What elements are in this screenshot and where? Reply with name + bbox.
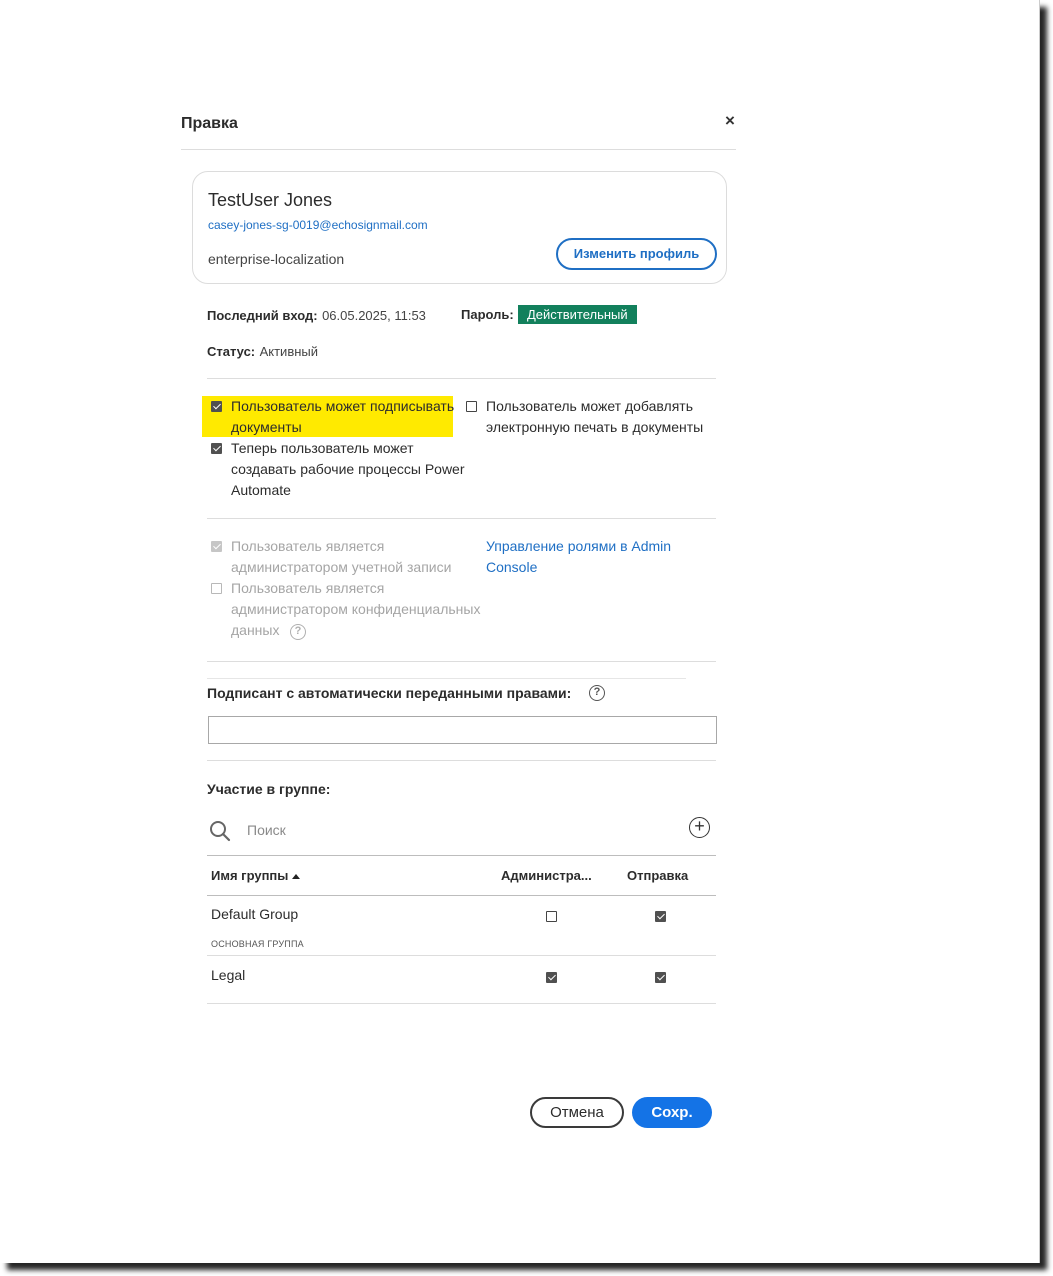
eseal-checkbox[interactable] — [466, 401, 477, 412]
table-header-top-border — [207, 855, 716, 856]
column-admin[interactable]: Администра... — [501, 868, 592, 883]
close-button[interactable]: × — [721, 111, 739, 131]
search-input[interactable]: Поиск — [247, 822, 286, 838]
group-name: Default Group — [211, 906, 299, 922]
save-button[interactable]: Сохр. — [632, 1097, 712, 1128]
can-sign-label-line1: Пользователь может подписывать — [231, 398, 455, 414]
divider — [207, 378, 716, 379]
eseal-label: Пользователь может добавлять электронную… — [486, 396, 703, 438]
table-bottom-border — [207, 1003, 716, 1004]
account-status: Статус: Активный — [207, 343, 318, 361]
profile-card: TestUser Jones casey-jones-sg-0019@echos… — [192, 171, 727, 284]
divider — [207, 518, 716, 519]
column-send[interactable]: Отправка — [627, 868, 688, 883]
privacy-admin-label-line1: Пользователь является — [231, 580, 385, 596]
auto-delegate-input[interactable] — [208, 716, 717, 744]
table-header-bottom-border — [207, 895, 716, 896]
account-admin-label-line2: администратором учетной записи — [231, 559, 452, 575]
eseal-label-line1: Пользователь может добавлять — [486, 398, 693, 414]
help-icon[interactable]: ? — [290, 624, 306, 640]
power-automate-label-line1: Теперь пользователь может — [231, 440, 414, 456]
privacy-admin-label: Пользователь является администратором ко… — [231, 578, 480, 641]
help-icon[interactable]: ? — [589, 685, 605, 701]
privacy-admin-label-line3: данных — [231, 622, 280, 638]
power-automate-label-line3: Automate — [231, 482, 291, 498]
account-admin-checkbox — [211, 541, 222, 552]
edit-profile-button[interactable]: Изменить профиль — [556, 238, 717, 270]
user-organization: enterprise-localization — [208, 251, 345, 267]
group-name: Legal — [211, 967, 246, 983]
last-login-value: 06.05.2025, 11:53 — [322, 308, 426, 323]
column-group-name[interactable]: Имя группы — [211, 868, 301, 883]
group-send-checkbox[interactable] — [655, 911, 666, 922]
last-login: Последний вход: 06.05.2025, 11:53 — [207, 307, 426, 325]
group-membership-label: Участие в группе: — [207, 781, 331, 797]
dialog-title: Правка — [181, 115, 238, 132]
group-admin-checkbox[interactable] — [546, 972, 557, 983]
manage-roles-link[interactable]: Управление ролями в Admin Console — [486, 536, 671, 578]
privacy-admin-label-line2: администратором конфиденциальных — [231, 601, 481, 617]
power-automate-checkbox[interactable] — [211, 443, 222, 454]
title-divider — [181, 149, 736, 150]
can-sign-label-line2: документы — [231, 419, 302, 435]
table-row-divider — [207, 955, 716, 956]
password-label: Пароль: — [461, 307, 514, 322]
can-sign-checkbox[interactable] — [211, 401, 222, 412]
power-automate-label-line2: создавать рабочие процессы Power — [231, 461, 465, 477]
manage-roles-link-line2: Console — [486, 559, 538, 575]
primary-group-tag: ОСНОВНАЯ ГРУППА — [211, 939, 304, 949]
power-automate-label: Теперь пользователь может создавать рабо… — [231, 438, 465, 501]
last-login-label: Последний вход: — [207, 308, 318, 323]
privacy-admin-checkbox — [211, 583, 222, 594]
account-admin-label-line1: Пользователь является — [231, 538, 385, 554]
column-group-name-label: Имя группы — [211, 868, 289, 883]
search-icon — [210, 821, 231, 842]
status-label: Статус: — [207, 344, 256, 359]
eseal-label-line2: электронную печать в документы — [486, 419, 704, 435]
add-group-icon[interactable]: + — [689, 817, 710, 838]
divider — [207, 760, 716, 761]
account-admin-label: Пользователь является администратором уч… — [231, 536, 451, 578]
group-send-checkbox[interactable] — [655, 972, 666, 983]
user-email: casey-jones-sg-0019@echosignmail.com — [208, 218, 428, 232]
manage-roles-link-line1: Управление ролями в Admin — [486, 538, 672, 554]
group-admin-checkbox[interactable] — [546, 911, 557, 922]
divider — [207, 661, 716, 662]
sort-ascending-icon — [292, 874, 301, 879]
can-sign-label: Пользователь может подписывать документы — [231, 396, 454, 438]
password-status-badge: Действительный — [518, 305, 637, 324]
auto-delegate-label: Подписант с автоматически переданными пр… — [207, 685, 572, 701]
status-value: Активный — [259, 344, 319, 359]
divider — [207, 678, 686, 679]
cancel-button[interactable]: Отмена — [530, 1097, 624, 1128]
user-name: TestUser Jones — [208, 190, 333, 210]
